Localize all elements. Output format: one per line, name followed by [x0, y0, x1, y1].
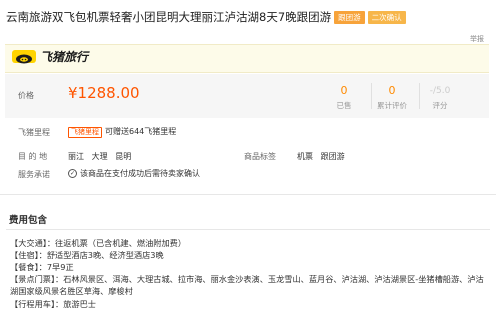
- destination-city: 大理: [91, 152, 108, 161]
- destination-city: 昆明: [115, 152, 132, 161]
- category-value: 机票: [297, 152, 313, 161]
- page-title: 云南旅游双飞包机票轻奢小团昆明大理丽江泸沽湖8天7晚跟团游 跟团游 二次确认: [6, 9, 406, 25]
- rating-value: -/5.0: [429, 86, 451, 96]
- fee-line: 【住宿】：舒适型酒店3晚、经济型酒店3晚: [10, 250, 164, 260]
- review-count[interactable]: 0: [367, 84, 417, 97]
- points-badge: 飞猪里程: [68, 127, 102, 138]
- service-text: 该商品在支付成功后需待卖家确认: [80, 169, 200, 178]
- category-value: 跟团游: [320, 152, 345, 161]
- price-value: ¥1288.00: [68, 84, 140, 102]
- review-label: 累计评价: [377, 101, 407, 110]
- tag-confirm: 二次确认: [367, 11, 406, 24]
- destination-city: 丽江: [68, 152, 84, 161]
- category-label: 商品标签: [244, 152, 276, 161]
- section-divider: [6, 229, 490, 230]
- check-circle-icon: ✓: [68, 169, 77, 178]
- fees-title: 费用包含: [9, 215, 48, 226]
- fee-line: 【大交通】：往返机票（已含机建、燃油附加费）: [10, 238, 187, 248]
- destination-values: 丽江 大理 昆明: [68, 151, 131, 162]
- service-row: ✓ 该商品在支付成功后需待卖家确认: [68, 168, 200, 179]
- points-label: 飞猪里程: [18, 128, 50, 137]
- fee-line: 【行程用车】：旅游巴士: [10, 299, 96, 309]
- service-label: 服务承诺: [18, 170, 50, 179]
- section-divider: [0, 194, 496, 195]
- points-text: 可赠送644飞猪里程: [105, 127, 177, 136]
- points-row: 飞猪里程 可赠送644飞猪里程: [68, 126, 176, 138]
- price-label: 价格: [18, 91, 34, 100]
- sold-count: 0: [340, 84, 348, 97]
- destination-label: 目 的 地: [18, 152, 48, 161]
- category-values: 机票 跟团游: [297, 151, 345, 162]
- rating-label: 评分: [432, 101, 448, 110]
- report-link[interactable]: 举报: [470, 34, 484, 44]
- fee-line: 【景点门票】：石林风景区、洱海、大理古城、拉市海、丽水金沙表演、玉龙雪山、蓝月谷…: [10, 274, 484, 297]
- fliggy-logo-icon: [12, 50, 36, 64]
- fee-line: 【餐食】：7早9正: [10, 262, 74, 272]
- brand-name: 飞猪旅行: [40, 50, 89, 64]
- tag-group-tour: 跟团游: [334, 11, 365, 24]
- product-title: 云南旅游双飞包机票轻奢小团昆明大理丽江泸沽湖8天7晚跟团游: [6, 10, 332, 24]
- sold-label: 已售: [336, 101, 352, 110]
